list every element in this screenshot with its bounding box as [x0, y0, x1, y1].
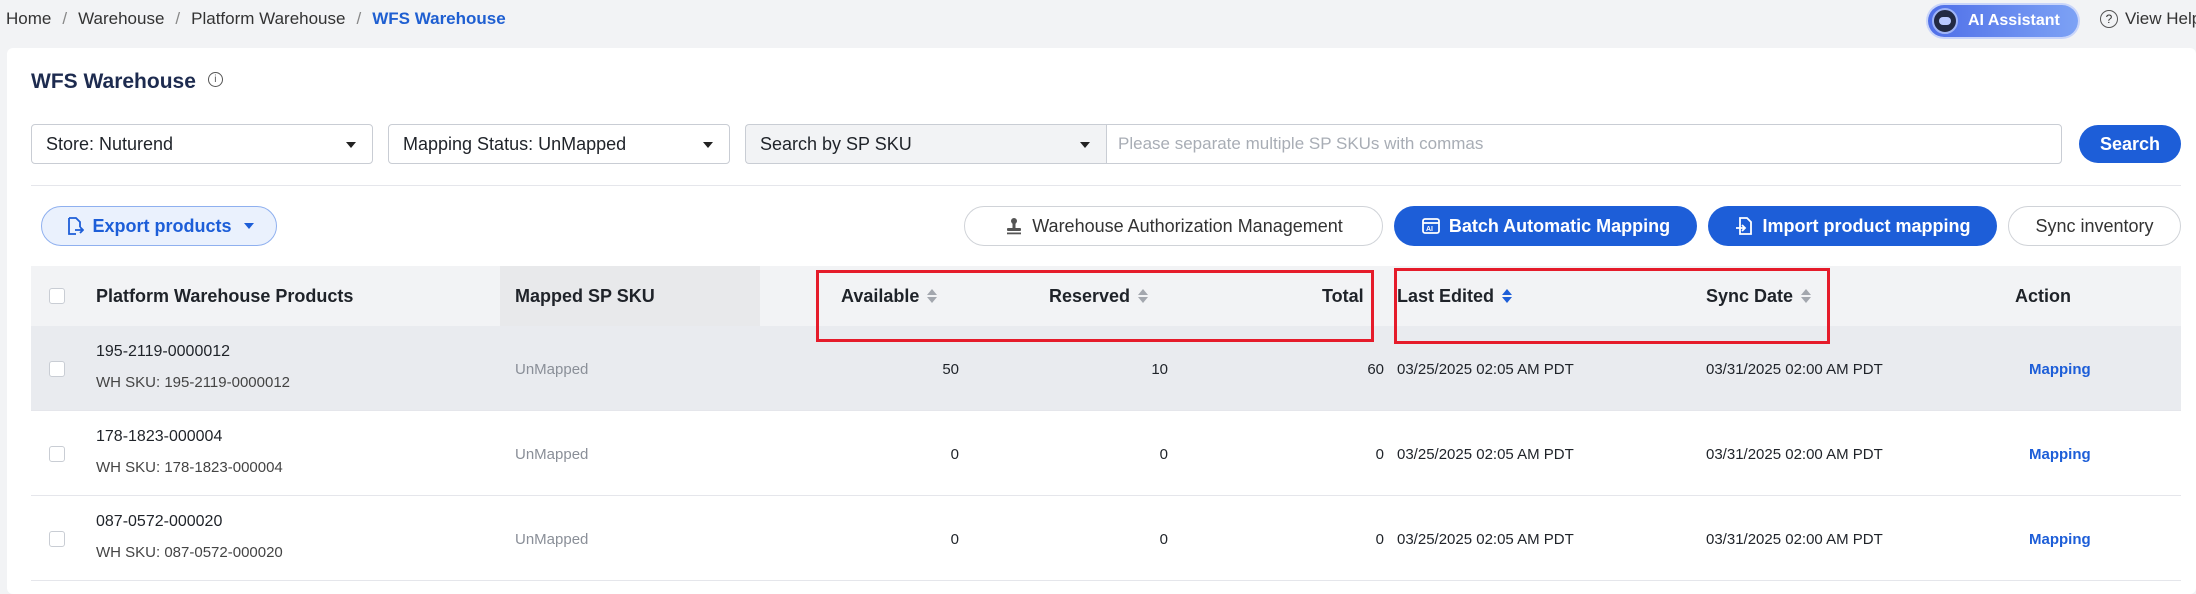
row-checkbox[interactable] [49, 531, 65, 547]
store-select[interactable]: Store: Nuturend [31, 124, 373, 164]
divider [31, 185, 2181, 186]
breadcrumb: Home / Warehouse / Platform Warehouse / … [6, 9, 506, 29]
breadcrumb-platform-warehouse[interactable]: Platform Warehouse [191, 9, 345, 29]
page-title: WFS Warehouse i [31, 70, 223, 94]
chevron-down-icon [1080, 142, 1090, 148]
warehouse-authorization-label: Warehouse Authorization Management [1032, 215, 1343, 236]
product-id: 087-0572-000020 [96, 513, 223, 530]
column-header-products: Platform Warehouse Products [96, 285, 354, 306]
wh-sku: WH SKU: 178-1823-000004 [96, 459, 283, 476]
last-edited-value: 03/25/2025 02:05 AM PDT [1397, 531, 1574, 548]
total-value: 0 [1375, 446, 1384, 463]
product-id: 178-1823-000004 [96, 428, 223, 445]
wh-sku: WH SKU: 087-0572-000020 [96, 544, 283, 561]
auto-mapping-icon: AI [1421, 216, 1441, 236]
robot-icon [1932, 8, 1958, 34]
chevron-down-icon [703, 142, 713, 148]
last-edited-value: 03/25/2025 02:05 AM PDT [1397, 361, 1574, 378]
search-placeholder: Please separate multiple SP SKUs with co… [1118, 134, 1484, 153]
highlight-box-stock-columns [816, 270, 1374, 342]
chevron-down-icon [346, 142, 356, 148]
top-bar: Home / Warehouse / Platform Warehouse / … [0, 0, 2196, 40]
import-icon [1735, 216, 1755, 236]
search-button[interactable]: Search [2079, 125, 2181, 163]
sync-date-value: 03/31/2025 02:00 AM PDT [1706, 531, 1883, 548]
column-header-mapped-sku: Mapped SP SKU [500, 266, 760, 326]
svg-text:AI: AI [1426, 226, 1433, 233]
available-value: 0 [950, 531, 959, 548]
view-help-link[interactable]: ? View Help [2100, 9, 2196, 29]
search-by-select[interactable]: Search by SP SKU [745, 124, 1106, 164]
breadcrumb-home[interactable]: Home [6, 9, 51, 29]
chevron-down-icon [243, 223, 254, 229]
info-icon[interactable]: i [207, 71, 223, 87]
table-row: 178-1823-000004 WH SKU: 178-1823-000004 … [31, 411, 2181, 496]
page-title-text: WFS Warehouse [31, 70, 196, 93]
export-icon [64, 216, 85, 236]
import-product-mapping-button[interactable]: Import product mapping [1708, 206, 1997, 246]
mapped-sku-header-label: Mapped SP SKU [515, 285, 655, 306]
ai-assistant-label: AI Assistant [1968, 12, 2060, 29]
reserved-value: 0 [1159, 446, 1168, 463]
view-help-label: View Help [2125, 9, 2196, 28]
ai-assistant-button[interactable]: AI Assistant [1928, 5, 2078, 37]
reserved-value: 10 [1151, 361, 1168, 378]
mapping-status-select[interactable]: Mapping Status: UnMapped [388, 124, 730, 164]
product-id: 195-2119-0000012 [96, 343, 231, 360]
breadcrumb-separator: / [62, 9, 68, 28]
batch-automatic-mapping-label: Batch Automatic Mapping [1448, 215, 1671, 236]
available-value: 0 [950, 446, 959, 463]
breadcrumb-separator: / [356, 9, 362, 28]
mapped-sku-value: UnMapped [515, 531, 589, 548]
available-value: 50 [942, 361, 959, 378]
total-value: 0 [1375, 531, 1384, 548]
sync-date-value: 03/31/2025 02:00 AM PDT [1706, 361, 1883, 378]
search-by-value: Search by SP SKU [760, 133, 912, 154]
sp-sku-search-input[interactable]: Please separate multiple SP SKUs with co… [1106, 124, 2062, 164]
mapping-link[interactable]: Mapping [2029, 446, 2091, 463]
import-product-mapping-label: Import product mapping [1762, 215, 1971, 236]
breadcrumb-current: WFS Warehouse [372, 9, 506, 28]
mapped-sku-value: UnMapped [515, 446, 589, 463]
mapped-sku-value: UnMapped [515, 361, 589, 378]
total-value: 60 [1367, 361, 1384, 378]
wh-sku: WH SKU: 195-2119-0000012 [96, 374, 291, 391]
mapping-link[interactable]: Mapping [2029, 531, 2091, 548]
export-products-label: Export products [92, 215, 232, 236]
sync-date-value: 03/31/2025 02:00 AM PDT [1706, 446, 1883, 463]
help-icon: ? [2100, 10, 2118, 28]
mapping-link[interactable]: Mapping [2029, 361, 2091, 378]
table-row: 087-0572-000020 WH SKU: 087-0572-000020 … [31, 496, 2181, 581]
stamp-icon [1004, 216, 1024, 236]
warehouse-authorization-button[interactable]: Warehouse Authorization Management [964, 206, 1383, 246]
select-all-checkbox[interactable] [49, 288, 65, 304]
store-select-value: Store: Nuturend [46, 133, 174, 154]
breadcrumb-separator: / [175, 9, 181, 28]
row-checkbox[interactable] [49, 446, 65, 462]
export-products-button[interactable]: Export products [41, 206, 277, 246]
last-edited-value: 03/25/2025 02:05 AM PDT [1397, 446, 1574, 463]
highlight-box-date-columns [1394, 268, 1830, 344]
action-bar: Export products Warehouse Authorization … [7, 206, 2196, 246]
column-header-action: Action [2015, 285, 2071, 306]
mapping-status-value: Mapping Status: UnMapped [403, 133, 627, 154]
sync-inventory-button[interactable]: Sync inventory [2008, 206, 2181, 246]
reserved-value: 0 [1159, 531, 1168, 548]
row-checkbox[interactable] [49, 361, 65, 377]
breadcrumb-warehouse[interactable]: Warehouse [78, 9, 164, 29]
batch-automatic-mapping-button[interactable]: AI Batch Automatic Mapping [1394, 206, 1697, 246]
